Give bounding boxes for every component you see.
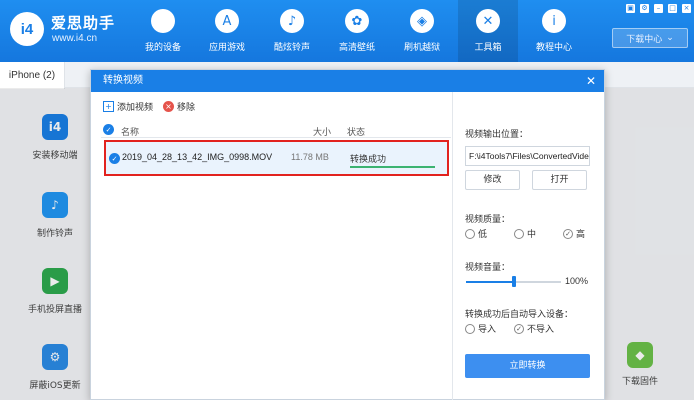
nav-label: 工具箱: [474, 43, 502, 53]
radio-circle: [465, 228, 475, 239]
quality-medium-label: 中: [527, 230, 537, 240]
logo-text: i4: [20, 20, 34, 38]
quality-label: 视频质量：: [465, 215, 511, 225]
nav-label: 高清壁纸: [338, 43, 375, 53]
modify-path-button[interactable]: 修改: [465, 170, 520, 190]
radio-circle: [514, 228, 524, 239]
remove-button[interactable]: × 移除: [163, 100, 195, 113]
app-store-icon: A: [215, 9, 239, 33]
quality-low-label: 低: [478, 230, 488, 240]
maximize-icon[interactable]: □: [668, 4, 677, 13]
remove-icon: ×: [163, 101, 174, 112]
quality-low-radio[interactable]: 低: [465, 227, 487, 240]
radio-checked-icon: ✓: [514, 323, 524, 334]
nav-toolbox[interactable]: ✕ 工具箱: [458, 0, 518, 62]
file-list-header: ✓ 名称 大小 状态: [101, 122, 451, 138]
no-import-radio[interactable]: ✓ 不导入: [514, 322, 554, 335]
column-status: 状态: [347, 128, 366, 138]
nav-label: 酷炫铃声: [273, 43, 310, 53]
dialog-toolbar: + 添加视频 × 移除: [91, 92, 451, 120]
open-folder-button[interactable]: 打开: [532, 170, 587, 190]
quality-high-label: 高: [576, 230, 586, 240]
apple-icon: [151, 9, 175, 33]
flower-glyph: ✿: [351, 13, 363, 29]
info-glyph: i: [552, 13, 556, 29]
app-store-glyph: A: [222, 13, 232, 29]
file-status: 转换成功: [350, 155, 387, 165]
row-checkbox[interactable]: ✓: [109, 153, 120, 164]
column-name: 名称: [121, 128, 140, 138]
panel-divider: [452, 92, 453, 400]
add-video-button[interactable]: + 添加视频: [103, 100, 153, 113]
auto-import-label: 转换成功后自动导入设备：: [465, 310, 574, 320]
nav-ringtones[interactable]: ♪ 酷炫铃声: [262, 0, 322, 62]
radio-checked-icon: ✓: [563, 228, 573, 239]
volume-slider-handle[interactable]: [511, 276, 516, 287]
bell-glyph: ♪: [287, 13, 297, 29]
box-glyph: ◈: [417, 13, 427, 29]
close-icon[interactable]: ×: [682, 4, 691, 13]
bell-icon: ♪: [280, 9, 304, 33]
nav-tutorials[interactable]: i 教程中心: [524, 0, 584, 62]
file-size: 11.78 MB: [291, 152, 329, 162]
volume-slider-fill: [466, 281, 514, 283]
no-import-label: 不导入: [527, 325, 555, 335]
minimize-icon[interactable]: –: [654, 4, 663, 13]
download-center-button[interactable]: 下载中心 ⌄: [612, 28, 688, 48]
quality-medium-radio[interactable]: 中: [514, 227, 536, 240]
top-bar: i4 爱思助手 www.i4.cn 我的设备 A 应用游戏 ♪ 酷炫铃声 ✿ 高…: [0, 0, 694, 62]
settings-icon[interactable]: ⚙: [640, 4, 649, 13]
add-file-icon: +: [103, 101, 114, 112]
chevron-down-icon: ⌄: [666, 33, 674, 43]
nav-label: 我的设备: [144, 43, 181, 53]
nav-my-device[interactable]: 我的设备: [133, 0, 193, 62]
tools-icon: ✕: [476, 9, 500, 33]
box-icon: ◈: [410, 9, 434, 33]
dialog-close-icon[interactable]: ✕: [586, 74, 596, 88]
select-all-checkbox[interactable]: ✓: [103, 124, 114, 135]
radio-circle: [465, 323, 475, 334]
nav-label: 刷机越狱: [403, 43, 440, 53]
app-url: www.i4.cn: [52, 33, 98, 44]
convert-now-button[interactable]: 立即转换: [465, 354, 590, 378]
nav-apps-games[interactable]: A 应用游戏: [197, 0, 257, 62]
remove-label: 移除: [177, 103, 196, 113]
output-location-label: 视频输出位置：: [465, 130, 529, 140]
quality-high-radio[interactable]: ✓ 高: [563, 227, 585, 240]
skin-icon[interactable]: ▣: [626, 4, 635, 13]
file-name: 2019_04_28_13_42_IMG_0998.MOV: [122, 152, 273, 162]
conversion-progress-bar: [350, 166, 435, 168]
volume-value: 100%: [565, 276, 589, 286]
tools-glyph: ✕: [482, 13, 494, 29]
download-center-label: 下载中心: [626, 34, 663, 45]
flower-icon: ✿: [345, 9, 369, 33]
column-size: 大小: [313, 128, 332, 138]
file-row[interactable]: ✓ 2019_04_28_13_42_IMG_0998.MOV 11.78 MB…: [104, 140, 449, 176]
import-radio[interactable]: 导入: [465, 322, 496, 335]
convert-video-dialog: 转换视频 ✕ + 添加视频 × 移除 ✓ 名称 大小 状态 ✓ 2019_04_…: [90, 69, 605, 400]
output-path-field[interactable]: F:\i4Tools7\Files\ConvertedVideo: [465, 146, 590, 166]
nav-flash-jailbreak[interactable]: ◈ 刷机越狱: [392, 0, 452, 62]
info-icon: i: [542, 9, 566, 33]
device-tab-iphone[interactable]: iPhone (2): [0, 62, 65, 89]
nav-label: 教程中心: [535, 43, 572, 53]
add-video-label: 添加视频: [117, 103, 154, 113]
app-name: 爱思助手: [51, 14, 116, 32]
volume-label: 视频音量：: [465, 263, 511, 273]
app-logo: i4: [10, 12, 44, 46]
dialog-title: 转换视频: [91, 70, 604, 92]
import-label: 导入: [478, 325, 497, 335]
nav-label: 应用游戏: [208, 43, 245, 53]
nav-wallpapers[interactable]: ✿ 高清壁纸: [327, 0, 387, 62]
